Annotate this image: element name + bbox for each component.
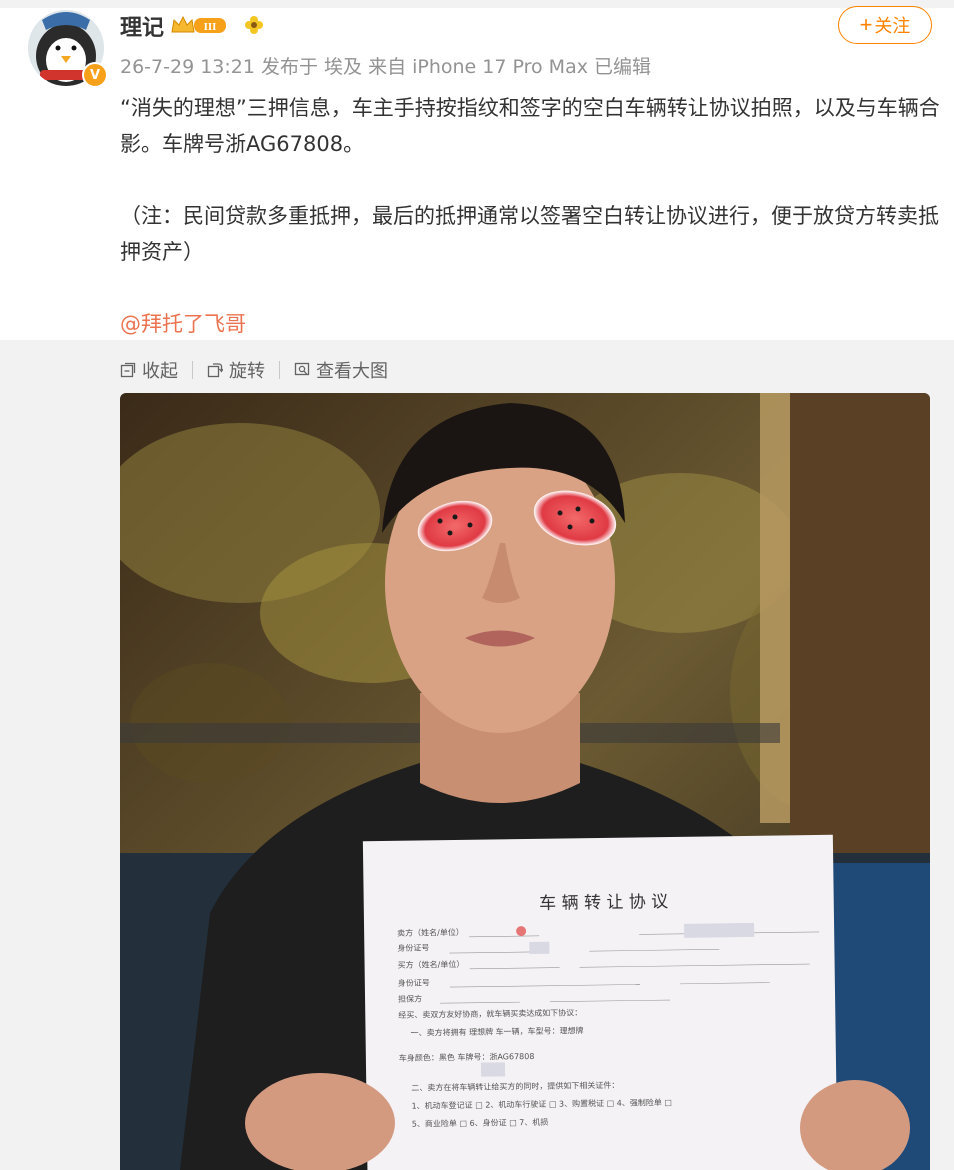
document-line: 身份证号	[397, 942, 429, 952]
post-paragraph-1: “消失的理想”三押信息，车主手持按指纹和签字的空白车辆转让协议拍照，以及与车辆合…	[120, 96, 940, 156]
toolbar-divider	[192, 361, 193, 379]
verified-icon: V	[82, 62, 108, 88]
follow-button[interactable]: + 关注	[838, 6, 932, 44]
collapse-button[interactable]: 收起	[120, 357, 178, 383]
collapse-icon	[120, 362, 136, 378]
post-paragraph-2: （注：民间贷款多重抵押，最后的抵押通常以签署空白转让协议进行，便于放贷方转卖抵押…	[120, 204, 939, 264]
document-line: 身份证号	[398, 977, 430, 987]
document-line: 担保方	[398, 993, 422, 1003]
username[interactable]: 理记	[120, 10, 164, 42]
document-title: 车 辆 转 让 协 议	[539, 892, 668, 914]
rotate-label: 旋转	[229, 361, 265, 382]
post-photo[interactable]: 车 辆 转 让 协 议 卖方（姓名/单位） 身份证号 买方（姓名/单位） 身份证…	[120, 393, 930, 1170]
media-toolbar: 收起 旋转 查看大图	[120, 356, 388, 384]
document-line: 买方（姓名/单位）	[398, 959, 465, 970]
rotate-icon	[207, 363, 223, 378]
mention-link[interactable]: @拜托了飞哥	[120, 312, 246, 336]
view-large-icon	[294, 362, 310, 376]
view-large-button[interactable]: 查看大图	[294, 357, 388, 383]
top-divider	[0, 0, 954, 8]
crown-level-icon[interactable]: III	[170, 14, 228, 36]
document-line: 卖方（姓名/单位）	[397, 927, 464, 938]
toolbar-divider	[279, 361, 280, 379]
document-line: 5、商业险单 □ 6、身份证 □ 7、机损	[412, 1117, 549, 1129]
post-body: “消失的理想”三押信息，车主手持按指纹和签字的空白车辆转让协议拍照，以及与车辆合…	[120, 90, 940, 342]
photo-illustration: 车 辆 转 让 协 议 卖方（姓名/单位） 身份证号 买方（姓名/单位） 身份证…	[120, 393, 930, 1170]
view-large-label: 查看大图	[316, 361, 388, 382]
rotate-button[interactable]: 旋转	[207, 357, 265, 383]
follow-label: 关注	[874, 16, 911, 36]
document-line: 车身颜色：黑色 车牌号：浙AG67808	[399, 1051, 535, 1063]
collapse-label: 收起	[142, 361, 178, 382]
svg-text:III: III	[204, 21, 217, 33]
post-meta: 26-7-29 13:21 发布于 埃及 来自 iPhone 17 Pro Ma…	[120, 56, 651, 78]
plus-icon: +	[859, 12, 873, 37]
flower-icon	[245, 16, 263, 34]
